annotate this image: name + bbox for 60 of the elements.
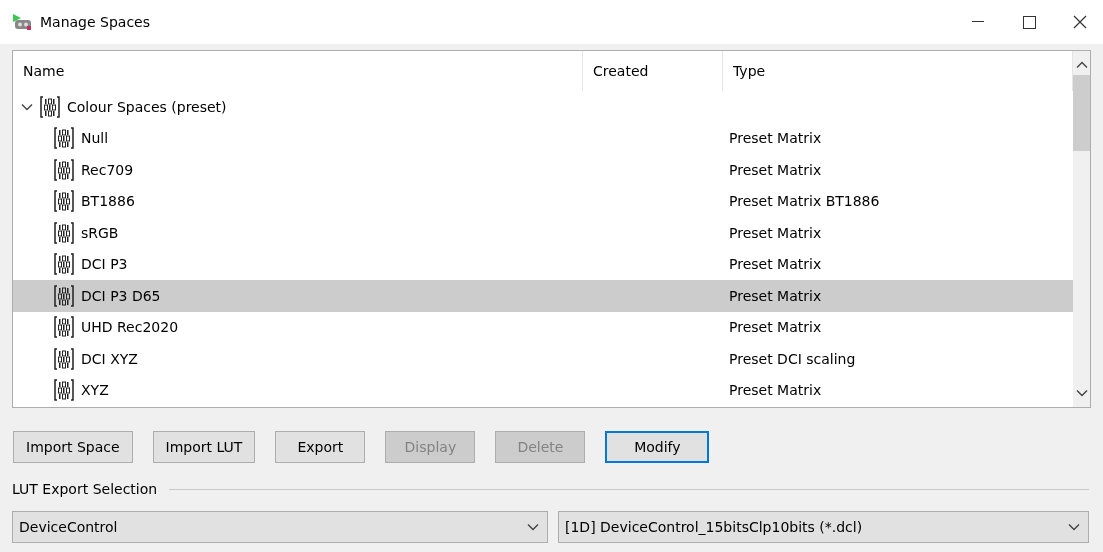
space-name: DCI XYZ bbox=[81, 350, 138, 367]
space-type: Preset Matrix bbox=[729, 319, 822, 336]
dropdown-chevron-icon bbox=[527, 523, 539, 531]
action-button[interactable]: Import LUT bbox=[152, 431, 256, 463]
close-icon bbox=[1073, 15, 1087, 29]
space-name: sRGB bbox=[81, 224, 119, 241]
space-type: Preset Matrix bbox=[729, 287, 822, 304]
column-header[interactable]: Name bbox=[13, 51, 583, 91]
column-header[interactable]: Created bbox=[583, 51, 723, 91]
tree-row[interactable]: BT1886 Preset Matrix BT1886 bbox=[13, 185, 1073, 217]
window-title: Manage Spaces bbox=[40, 14, 152, 30]
expand-chevron-icon bbox=[21, 102, 33, 111]
tree-row[interactable]: sRGB Preset Matrix bbox=[13, 217, 1073, 249]
binary-icon bbox=[53, 220, 75, 245]
maximize-icon bbox=[1022, 15, 1036, 29]
space-name: Rec709 bbox=[81, 161, 134, 178]
action-button[interactable]: Import Space bbox=[13, 431, 133, 463]
binary-icon bbox=[53, 378, 75, 403]
binary-icon bbox=[53, 283, 75, 308]
scroll-down-icon bbox=[1075, 389, 1088, 397]
space-name: XYZ bbox=[81, 382, 109, 399]
tree-row[interactable]: DCI XYZ Preset DCI scaling bbox=[13, 343, 1073, 375]
tree-row[interactable]: UHD Rec2020 Preset Matrix bbox=[13, 311, 1073, 343]
space-type: Preset Matrix bbox=[729, 224, 822, 241]
space-type: Preset DCI scaling bbox=[729, 350, 856, 367]
tree-row[interactable]: Rec709 Preset Matrix bbox=[13, 154, 1073, 186]
file-type-dropdown[interactable]: [1D] DeviceControl_15bitsClp10bits (*.dcl) bbox=[558, 511, 1089, 543]
space-type: Preset Matrix bbox=[729, 382, 822, 399]
action-button[interactable]: Modify bbox=[605, 431, 710, 463]
space-name: DCI P3 bbox=[81, 256, 128, 273]
minimize-icon bbox=[972, 21, 984, 23]
scroll-up-icon bbox=[1075, 61, 1088, 69]
dropdown-chevron-icon bbox=[1068, 523, 1080, 531]
action-button[interactable]: Export bbox=[275, 431, 366, 463]
binary-icon bbox=[53, 346, 75, 371]
tree-row[interactable]: DCI P3 Preset Matrix bbox=[13, 248, 1073, 280]
binary-icon bbox=[39, 94, 61, 119]
binary-icon bbox=[53, 189, 75, 214]
binary-icon bbox=[53, 157, 75, 182]
tree-row[interactable]: Null Preset Matrix bbox=[13, 122, 1073, 154]
space-name: UHD Rec2020 bbox=[81, 319, 179, 336]
format-dropdown[interactable]: DeviceControl bbox=[12, 511, 548, 543]
space-name: DCI P3 D65 bbox=[81, 287, 161, 304]
tree-row[interactable]: Colour Spaces (preset) bbox=[13, 91, 1073, 123]
space-type: Preset Matrix bbox=[729, 130, 822, 147]
space-name: Colour Spaces (preset) bbox=[67, 98, 227, 115]
space-name: Null bbox=[81, 130, 109, 147]
group-title: LUT Export Selection bbox=[12, 481, 158, 497]
scrollbar-thumb[interactable] bbox=[1073, 75, 1090, 151]
space-type: Preset Matrix bbox=[729, 256, 822, 273]
binary-icon bbox=[53, 315, 75, 340]
tree-row[interactable]: XYZ Preset Matrix bbox=[13, 374, 1073, 406]
tree-row[interactable]: DCI P3 D65 Preset Matrix bbox=[13, 280, 1073, 312]
space-type: Preset Matrix BT1886 bbox=[729, 193, 880, 210]
space-type: Preset Matrix bbox=[729, 161, 822, 178]
binary-icon bbox=[53, 126, 75, 151]
binary-icon bbox=[53, 252, 75, 277]
space-name: BT1886 bbox=[81, 193, 135, 210]
app-icon bbox=[12, 13, 32, 31]
scrollbar[interactable] bbox=[1073, 51, 1090, 407]
